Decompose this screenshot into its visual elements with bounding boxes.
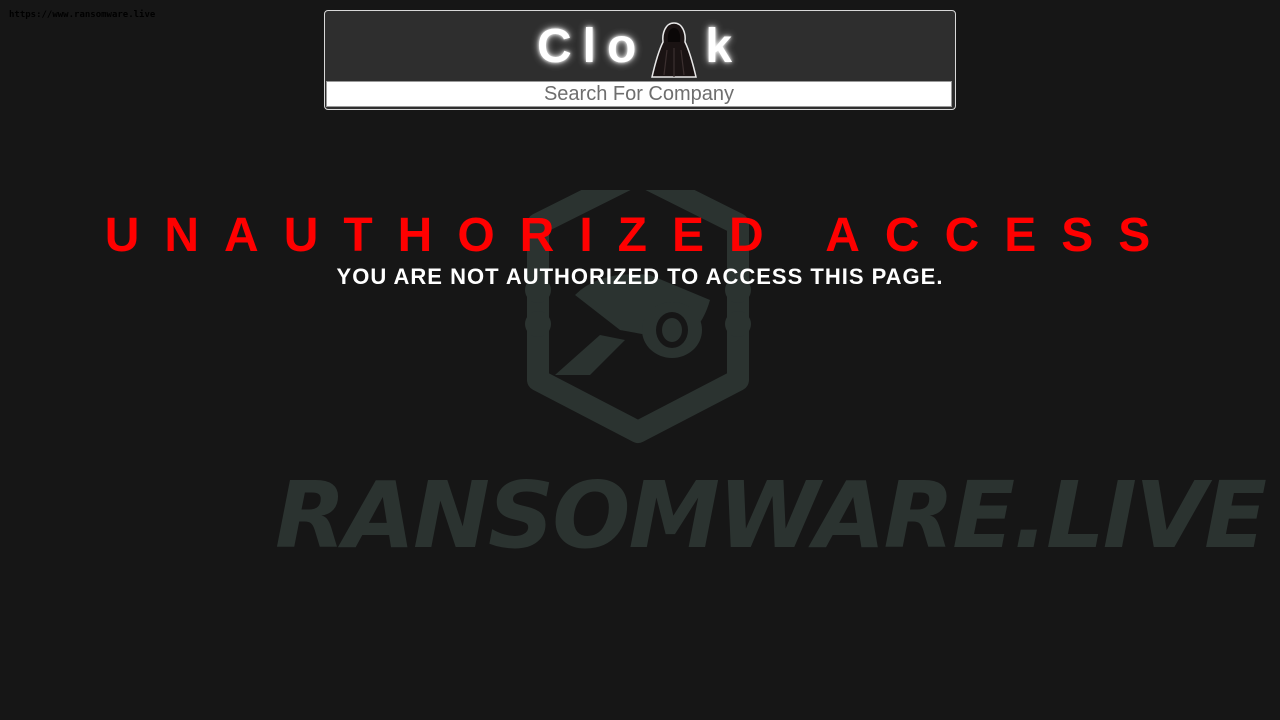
logo-text-right: k bbox=[705, 19, 744, 73]
access-denied-message: YOU ARE NOT AUTHORIZED TO ACCESS THIS PA… bbox=[336, 264, 944, 289]
url-stamp: https://www.ransomware.live bbox=[9, 10, 156, 20]
page-title: UNAUTHORIZED ACCESS bbox=[104, 209, 1176, 262]
header-box: Clo k bbox=[324, 10, 956, 110]
search-input[interactable] bbox=[326, 81, 952, 107]
hooded-cloak-icon bbox=[651, 22, 698, 78]
logo[interactable]: Clo k bbox=[325, 11, 955, 81]
page: https://www.ransomware.live RANSOMWARE.L… bbox=[0, 0, 1280, 720]
logo-text-left: Clo bbox=[536, 19, 648, 73]
watermark-text: RANSOMWARE.LIVE bbox=[275, 462, 1267, 569]
